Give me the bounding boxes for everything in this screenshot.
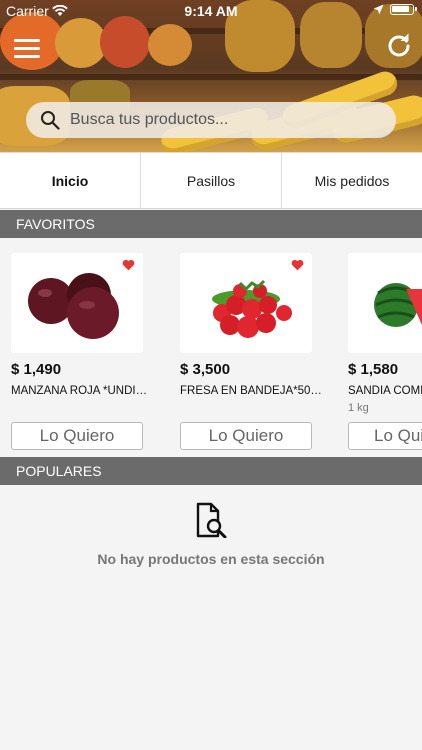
refresh-button[interactable]	[386, 33, 412, 59]
product-name: MANZANA ROJA *UNDIDAD	[11, 385, 153, 397]
empty-message: No hay productos en esta sección	[97, 551, 325, 567]
lo-quiero-button[interactable]: Lo Quiero	[11, 422, 143, 450]
battery-icon	[390, 4, 417, 15]
hamburger-icon	[14, 39, 40, 42]
section-header-favoritos: FAVORITOS	[0, 210, 422, 238]
product-image-apple	[11, 253, 143, 353]
product-name: FRESA EN BANDEJA*500GR	[180, 385, 322, 397]
search-bar[interactable]	[26, 102, 396, 138]
product-price: $ 1,580	[348, 361, 399, 378]
product-card[interactable]: $ 3,500 FRESA EN BANDEJA*500GR Lo Quiero	[180, 253, 322, 453]
tab-bar: Inicio Pasillos Mis pedidos	[0, 152, 422, 209]
status-bar: Carrier 9:14 AM	[0, 0, 422, 22]
empty-state: No hay productos en esta sección	[0, 502, 422, 567]
lo-quiero-button[interactable]: Lo Quiero	[180, 422, 312, 450]
product-image-strawberry	[180, 253, 312, 353]
refresh-icon	[388, 33, 410, 57]
fruit-image	[148, 24, 192, 66]
watermelon-image	[374, 283, 422, 327]
hamburger-icon-line	[14, 47, 40, 50]
location-arrow-icon	[373, 4, 384, 15]
lo-quiero-button[interactable]: Lo Quiero	[348, 422, 422, 450]
product-card[interactable]: $ 1,490 MANZANA ROJA *UNDIDAD Lo Quiero	[11, 253, 153, 453]
tab-mis-pedidos[interactable]: Mis pedidos	[282, 153, 422, 208]
product-card[interactable]: $ 1,580 SANDIA COMPLETA 1 kg Lo Quiero	[348, 253, 422, 453]
section-header-populares: POPULARES	[0, 457, 422, 485]
favorite-heart-icon[interactable]	[122, 259, 135, 271]
file-search-icon	[196, 502, 227, 539]
tab-inicio[interactable]: Inicio	[0, 153, 141, 208]
fruit-image	[100, 16, 150, 68]
product-name: SANDIA COMPLETA	[348, 385, 422, 397]
header-banner: Carrier 9:14 AM	[0, 0, 422, 152]
search-input[interactable]	[70, 111, 370, 129]
product-image-watermelon	[348, 253, 422, 353]
hamburger-icon-line	[14, 55, 40, 58]
search-icon	[41, 111, 60, 130]
favorite-heart-icon[interactable]	[291, 259, 304, 271]
menu-button[interactable]	[14, 37, 40, 59]
product-price: $ 1,490	[11, 361, 62, 378]
product-unit: 1 kg	[348, 402, 369, 414]
product-price: $ 3,500	[180, 361, 231, 378]
clock-time: 9:14 AM	[184, 3, 238, 19]
tab-pasillos[interactable]: Pasillos	[141, 153, 282, 208]
